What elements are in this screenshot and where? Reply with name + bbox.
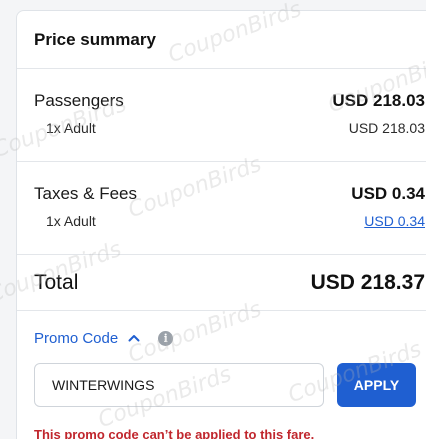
passengers-adult-amount: USD 218.03: [348, 120, 425, 136]
promo-input-row: APPLY: [34, 363, 425, 407]
taxes-section: Taxes & Fees USD 0.34 1x Adult USD 0.34: [17, 162, 426, 255]
price-summary-header: Price summary: [17, 11, 426, 69]
chevron-up-icon[interactable]: [128, 334, 140, 342]
taxes-adult-label: 1x Adult: [46, 213, 96, 229]
apply-button[interactable]: APPLY: [337, 363, 416, 407]
page-title: Price summary: [34, 29, 156, 49]
passengers-adult-label: 1x Adult: [46, 120, 96, 136]
promo-code-toggle[interactable]: Promo Code i: [34, 327, 425, 349]
taxes-label: Taxes & Fees: [34, 184, 137, 203]
total-label: Total: [34, 270, 79, 294]
promo-code-label[interactable]: Promo Code: [34, 330, 118, 347]
passengers-label: Passengers: [34, 91, 124, 110]
promo-code-input[interactable]: [34, 363, 324, 407]
price-summary-card: Price summary Passengers USD 218.03 1x A…: [16, 10, 426, 439]
info-icon[interactable]: i: [158, 330, 174, 346]
promo-error-message: This promo code can’t be applied to this…: [34, 427, 315, 439]
total-row: Total USD 218.37: [34, 271, 425, 295]
total-section: Total USD 218.37: [17, 255, 426, 311]
taxes-adult-row: 1x Adult USD 0.34: [34, 213, 425, 229]
passengers-row: Passengers USD 218.03: [34, 91, 425, 111]
total-amount: USD 218.37: [310, 270, 425, 294]
taxes-amount: USD 0.34: [351, 184, 425, 203]
promo-section: Promo Code i APPLY This promo code can’t…: [17, 327, 426, 439]
passengers-adult-row: 1x Adult USD 218.03: [34, 120, 425, 136]
passengers-section: Passengers USD 218.03 1x Adult USD 218.0…: [17, 69, 426, 162]
taxes-breakdown-link[interactable]: USD 0.34: [364, 213, 425, 229]
passengers-amount: USD 218.03: [332, 91, 425, 110]
taxes-row: Taxes & Fees USD 0.34: [34, 184, 425, 204]
